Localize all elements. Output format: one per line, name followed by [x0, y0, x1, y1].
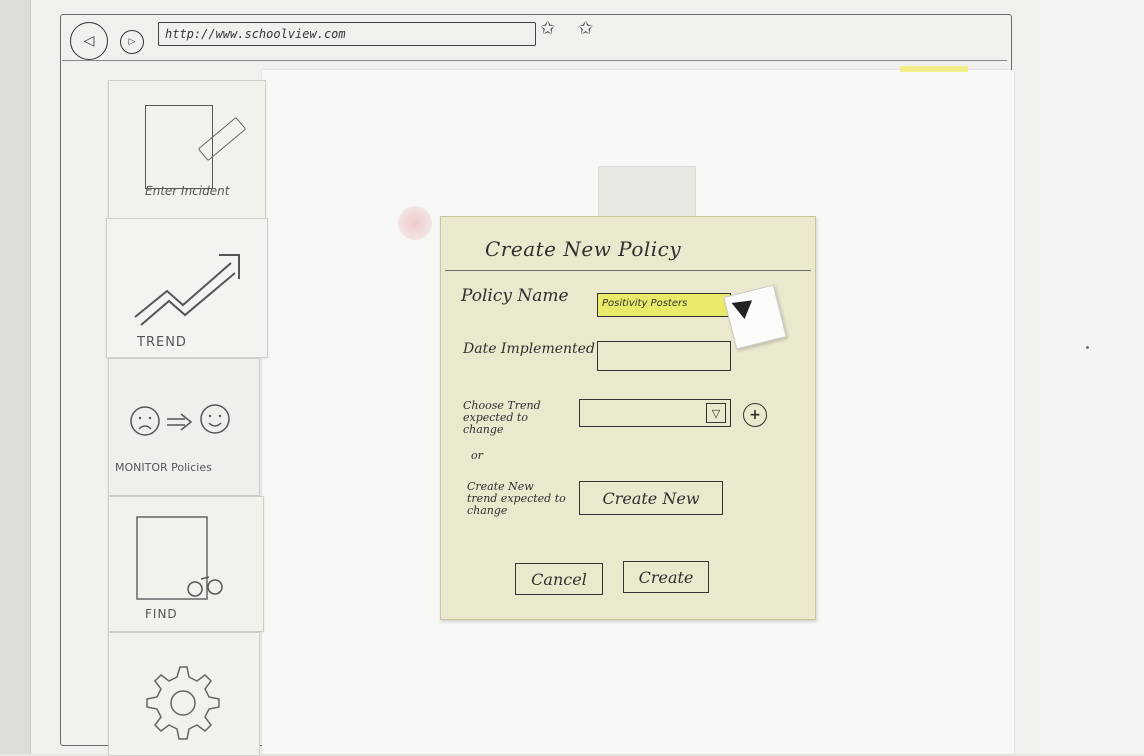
sidebar-item-enter-incident[interactable]: Enter Incident	[108, 80, 266, 220]
dialog-title: Create New Policy	[485, 237, 682, 261]
choose-trend-label: Choose Trend expected to change	[463, 399, 541, 436]
back-arrow-icon: ◁	[83, 33, 95, 49]
sidebar-item-label: FIND	[145, 607, 178, 621]
address-bar[interactable]: http://www.schoolview.com	[158, 22, 536, 46]
create-new-trend-button[interactable]: Create New	[579, 481, 723, 515]
sad-to-happy-face-icon	[130, 404, 230, 436]
forward-arrow-icon: ▷	[128, 37, 136, 47]
gear-icon	[146, 666, 220, 740]
add-trend-button[interactable]: +	[743, 403, 767, 427]
dropdown-arrow-icon[interactable]: ▽	[706, 403, 726, 423]
background-margin-right	[1040, 0, 1144, 754]
or-label: or	[471, 449, 483, 462]
create-button[interactable]: Create	[623, 561, 709, 593]
policy-name-label: Policy Name	[461, 286, 569, 306]
binoculars-document-icon	[136, 516, 223, 600]
sidebar-item-label: Enter Incident	[145, 184, 230, 198]
forward-button[interactable]: ▷	[120, 30, 144, 54]
cancel-button[interactable]: Cancel	[515, 563, 603, 595]
date-implemented-field[interactable]	[597, 341, 731, 371]
policy-name-field[interactable]: Positivity Posters	[597, 293, 731, 317]
faint-logo-icon	[398, 206, 432, 240]
background-margin-left	[0, 0, 30, 754]
highlight-strip	[900, 66, 968, 72]
sidebar-item-trend[interactable]: TREND	[106, 218, 268, 358]
sidebar-item-label: TREND	[137, 335, 187, 350]
sidebar-item-find[interactable]: FIND	[108, 496, 264, 632]
toolbar-divider	[62, 60, 1007, 61]
sidebar-item-settings[interactable]	[108, 632, 260, 756]
bookmark-star-icon[interactable]: ✩	[540, 18, 555, 39]
create-trend-label: Create New trend expected to change	[467, 480, 566, 517]
favorite-star-icon[interactable]: ✩	[578, 18, 593, 39]
sidebar-item-label: MONITOR Policies	[115, 461, 212, 474]
sidebar-item-monitor-policies[interactable]: MONITOR Policies	[108, 358, 260, 496]
mouse-cursor-icon	[727, 293, 753, 319]
back-button[interactable]: ◁	[70, 22, 108, 60]
date-implemented-label: Date Implemented	[463, 341, 595, 357]
trend-arrow-icon	[134, 254, 240, 326]
trend-dropdown[interactable]: ▽	[579, 399, 731, 427]
paper-mark	[1086, 346, 1089, 349]
create-policy-dialog: Create New Policy Policy Name Positivity…	[440, 216, 816, 620]
title-divider	[445, 270, 811, 271]
